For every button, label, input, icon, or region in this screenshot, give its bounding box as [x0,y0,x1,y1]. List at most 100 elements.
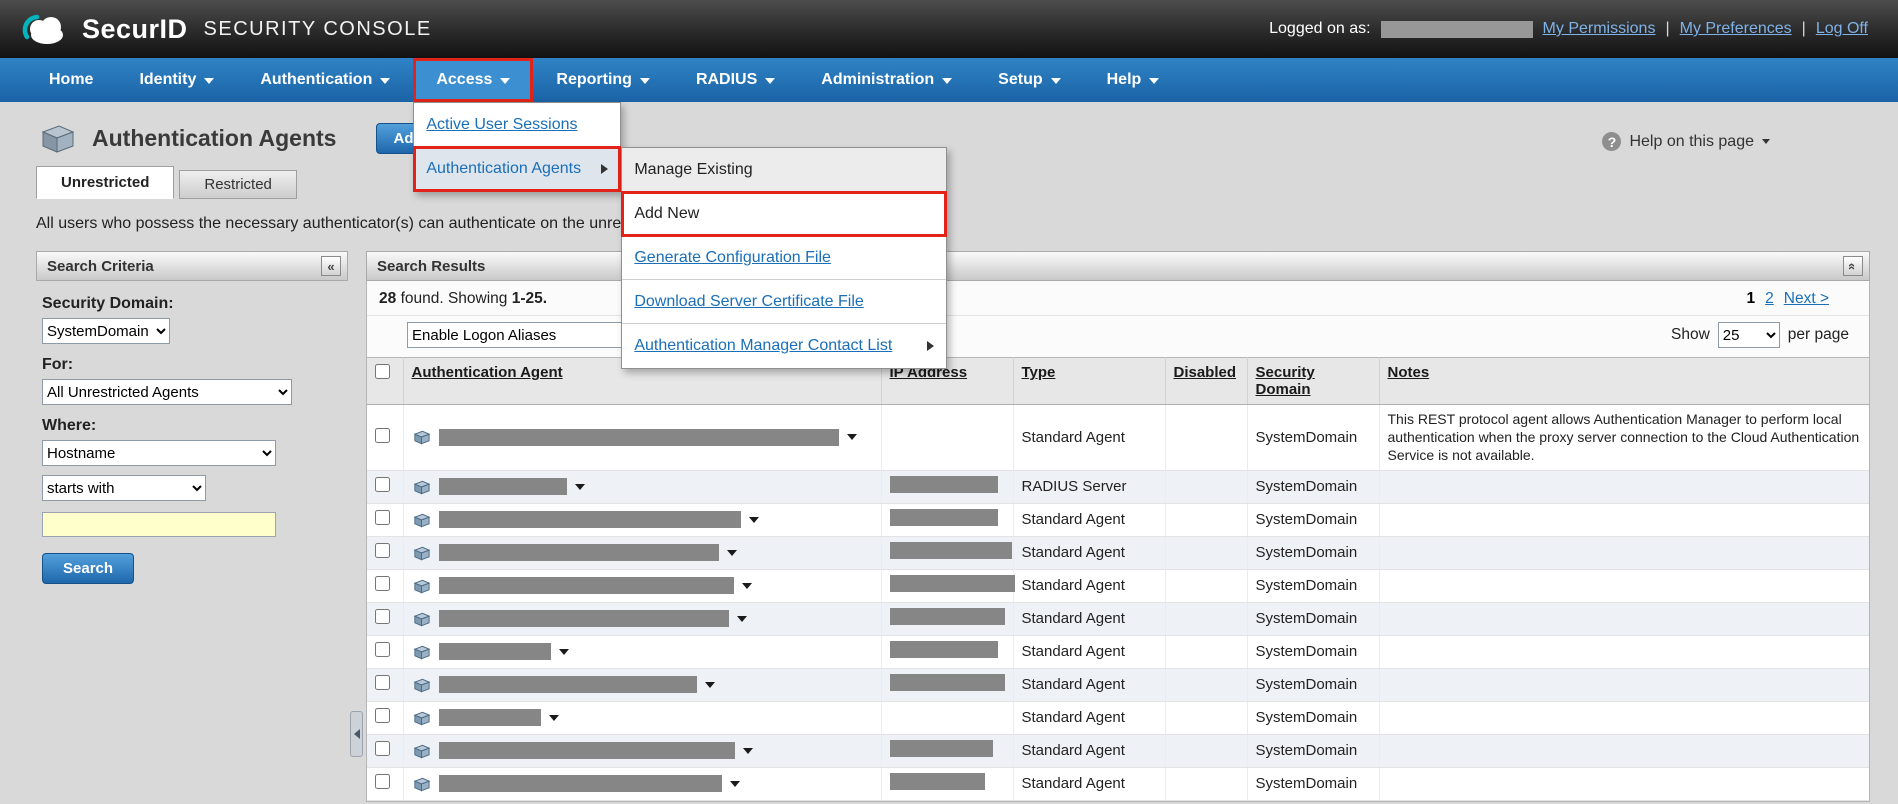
row-checkbox-cell [367,405,403,471]
menu-item-label: Manage Existing [634,161,752,179]
my-permissions-link[interactable]: My Permissions [1543,20,1656,38]
select-all-checkbox[interactable] [375,364,390,379]
results-count: 28 found. Showing 1-25. [379,290,547,308]
table-row: Standard AgentSystemDomain [367,602,1869,635]
security-domain-cell: SystemDomain [1247,536,1379,569]
tab-restricted[interactable]: Restricted [179,170,297,199]
agent-context-menu-arrow[interactable] [705,682,715,688]
next-page-link[interactable]: Next > [1784,290,1829,308]
ip-address-cell [881,635,1013,668]
menu-item-authentication-agents[interactable]: Authentication Agents [414,147,620,191]
row-checkbox[interactable] [375,741,390,756]
row-checkbox-cell [367,536,403,569]
results-action-row: Enable Logon Aliases Show 25 per page [367,316,1869,357]
agent-context-menu-arrow[interactable] [559,649,569,655]
redacted-agent-name [439,643,551,660]
row-checkbox[interactable] [375,510,390,525]
column-type[interactable]: Type [1022,364,1056,381]
agent-context-menu-arrow[interactable] [743,748,753,754]
table-row: RADIUS ServerSystemDomain [367,470,1869,503]
row-checkbox[interactable] [375,675,390,690]
nav-access[interactable]: Access Active User Sessions Authenticati… [413,58,533,102]
submenu-item-download-server-certificate-file[interactable]: Download Server Certificate File [622,280,946,324]
per-page-select[interactable]: 25 [1718,322,1780,348]
security-domain-cell: SystemDomain [1247,635,1379,668]
collapse-results-button[interactable]: « [1843,256,1863,276]
agent-name-cell [403,668,881,701]
nav-administration[interactable]: Administration [798,58,975,102]
agent-context-menu-arrow[interactable] [730,781,740,787]
nav-identity[interactable]: Identity [116,58,237,102]
log-off-link[interactable]: Log Off [1816,20,1868,38]
submenu-item-authentication-manager-contact-list[interactable]: Authentication Manager Contact List [622,324,946,368]
row-checkbox[interactable] [375,642,390,657]
authentication-agents-submenu: Manage Existing Add New Generate Configu… [621,147,947,369]
table-row: Standard AgentSystemDomainThis REST prot… [367,405,1869,471]
page-number-2-link[interactable]: 2 [1765,290,1774,308]
row-checkbox[interactable] [375,543,390,558]
for-select[interactable]: All Unrestricted Agents [42,379,292,405]
nav-setup[interactable]: Setup [975,58,1083,102]
table-row: Standard AgentSystemDomain [367,701,1869,734]
submenu-item-add-new[interactable]: Add New [622,192,946,236]
row-checkbox[interactable] [375,774,390,789]
panel-splitter-handle[interactable] [350,711,363,757]
column-authentication-agent[interactable]: Authentication Agent [412,364,563,381]
security-domain-cell: SystemDomain [1247,668,1379,701]
nav-help[interactable]: Help [1084,58,1183,102]
where-value-input[interactable] [42,512,276,537]
ip-address-cell [881,668,1013,701]
brand-suffix: SECURITY CONSOLE [204,18,432,41]
security-domain-select[interactable]: SystemDomain [42,318,170,344]
row-checkbox[interactable] [375,576,390,591]
agent-context-menu-arrow[interactable] [549,715,559,721]
notes-cell [1379,635,1869,668]
tab-unrestricted[interactable]: Unrestricted [36,166,174,199]
search-criteria-title: Search Criteria [47,258,154,275]
row-checkbox[interactable] [375,708,390,723]
agent-context-menu-arrow[interactable] [749,517,759,523]
agent-context-menu-arrow[interactable] [727,550,737,556]
nav-reporting[interactable]: Reporting [533,58,673,102]
notes-cell [1379,767,1869,800]
where-operator-select[interactable]: starts with [42,475,206,501]
type-cell: Standard Agent [1013,405,1165,471]
my-preferences-link[interactable]: My Preferences [1680,20,1792,38]
row-checkbox[interactable] [375,609,390,624]
row-checkbox[interactable] [375,477,390,492]
menu-item-label: Add New [634,205,699,223]
where-field-select[interactable]: Hostname [42,440,276,466]
agent-icon [412,611,431,627]
disabled-cell [1165,635,1247,668]
bulk-action-select[interactable]: Enable Logon Aliases [407,322,647,348]
agent-name-cell [403,569,881,602]
access-dropdown-menu: Active User Sessions Authentication Agen… [413,102,621,192]
submenu-item-manage-existing[interactable]: Manage Existing [622,148,946,192]
agent-context-menu-arrow[interactable] [742,583,752,589]
nav-home[interactable]: Home [26,58,116,102]
collapse-left-icon [354,729,360,739]
row-checkbox[interactable] [375,428,390,443]
separator: | [1802,20,1806,38]
collapse-panel-button[interactable]: « [321,256,341,276]
disabled-cell [1165,734,1247,767]
chevron-down-icon [1762,139,1770,144]
nav-radius[interactable]: RADIUS [673,58,798,102]
help-on-this-page-link[interactable]: ? Help on this page [1602,132,1770,151]
column-notes[interactable]: Notes [1388,364,1430,381]
agent-context-menu-arrow[interactable] [737,616,747,622]
nav-authentication[interactable]: Authentication [237,58,413,102]
search-button[interactable]: Search [42,553,134,584]
submenu-item-generate-configuration-file[interactable]: Generate Configuration File [622,236,946,280]
redacted-agent-name [439,742,735,759]
agent-context-menu-arrow[interactable] [575,484,585,490]
ip-address-cell [881,701,1013,734]
menu-item-active-user-sessions[interactable]: Active User Sessions [414,103,620,147]
agent-context-menu-arrow[interactable] [847,434,857,440]
notes-cell [1379,602,1869,635]
column-security-domain[interactable]: Security Domain [1256,364,1315,398]
agent-icon [412,512,431,528]
collapse-up-icon: « [1846,262,1859,269]
column-disabled[interactable]: Disabled [1174,364,1237,381]
results-table-body: Standard AgentSystemDomainThis REST prot… [367,405,1869,801]
